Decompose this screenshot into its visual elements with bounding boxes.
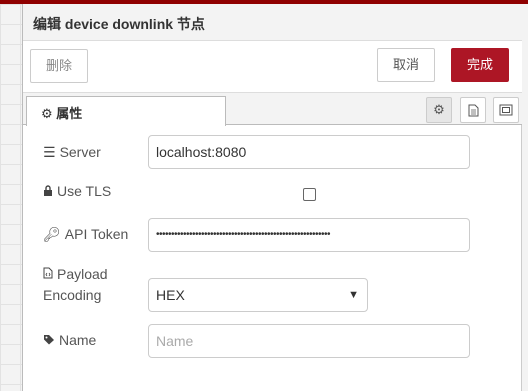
tab-description[interactable] — [460, 97, 486, 123]
gear-icon: ⚙ — [41, 106, 53, 121]
gear-icon: ⚙ — [433, 102, 445, 117]
use-tls-checkbox[interactable] — [303, 188, 316, 201]
tab-properties[interactable]: ⚙ 属性 — [26, 96, 226, 126]
server-label: ☰ Server — [43, 144, 101, 160]
canvas-background — [0, 4, 22, 391]
name-label: Name — [43, 332, 96, 348]
lock-icon — [43, 183, 53, 199]
payload-encoding-label: Payload — [43, 266, 108, 282]
tag-icon — [43, 332, 55, 348]
cancel-button[interactable]: 取消 — [377, 48, 435, 82]
delete-button[interactable]: 删除 — [30, 49, 88, 83]
scrollbar-edge — [521, 4, 528, 391]
code-file-icon — [43, 266, 53, 282]
server-input[interactable]: localhost:8080 — [148, 135, 470, 169]
payload-encoding-label-2: Encoding — [43, 287, 102, 303]
payload-encoding-select[interactable]: HEX ▼ — [148, 278, 368, 312]
tab-properties-label: 属性 — [56, 106, 83, 121]
api-token-input[interactable]: ••••••••••••••••••••••••••••••••••••••••… — [148, 218, 470, 252]
dialog-toolbar: 删除 取消 完成 — [23, 41, 522, 93]
frame-icon — [499, 104, 513, 116]
tab-settings[interactable]: ⚙ — [426, 97, 452, 123]
chevron-down-icon: ▼ — [348, 289, 359, 301]
tabs-bar: ⚙ 属性 ⚙ — [23, 93, 522, 126]
key-icon: 🔑︎ — [43, 226, 61, 242]
done-button[interactable]: 完成 — [451, 48, 509, 82]
dialog-title: 编辑 device downlink 节点 — [23, 4, 522, 41]
edit-dialog: 编辑 device downlink 节点 删除 取消 完成 ⚙ 属性 ⚙ ☰ S… — [22, 4, 522, 391]
api-token-label: 🔑︎ API Token — [43, 226, 129, 242]
server-icon: ☰ — [43, 144, 56, 160]
document-icon — [468, 104, 478, 116]
use-tls-label: Use TLS — [43, 183, 111, 199]
payload-encoding-value: HEX — [156, 287, 185, 303]
name-input[interactable]: Name — [148, 324, 470, 358]
tab-appearance[interactable] — [493, 97, 519, 123]
